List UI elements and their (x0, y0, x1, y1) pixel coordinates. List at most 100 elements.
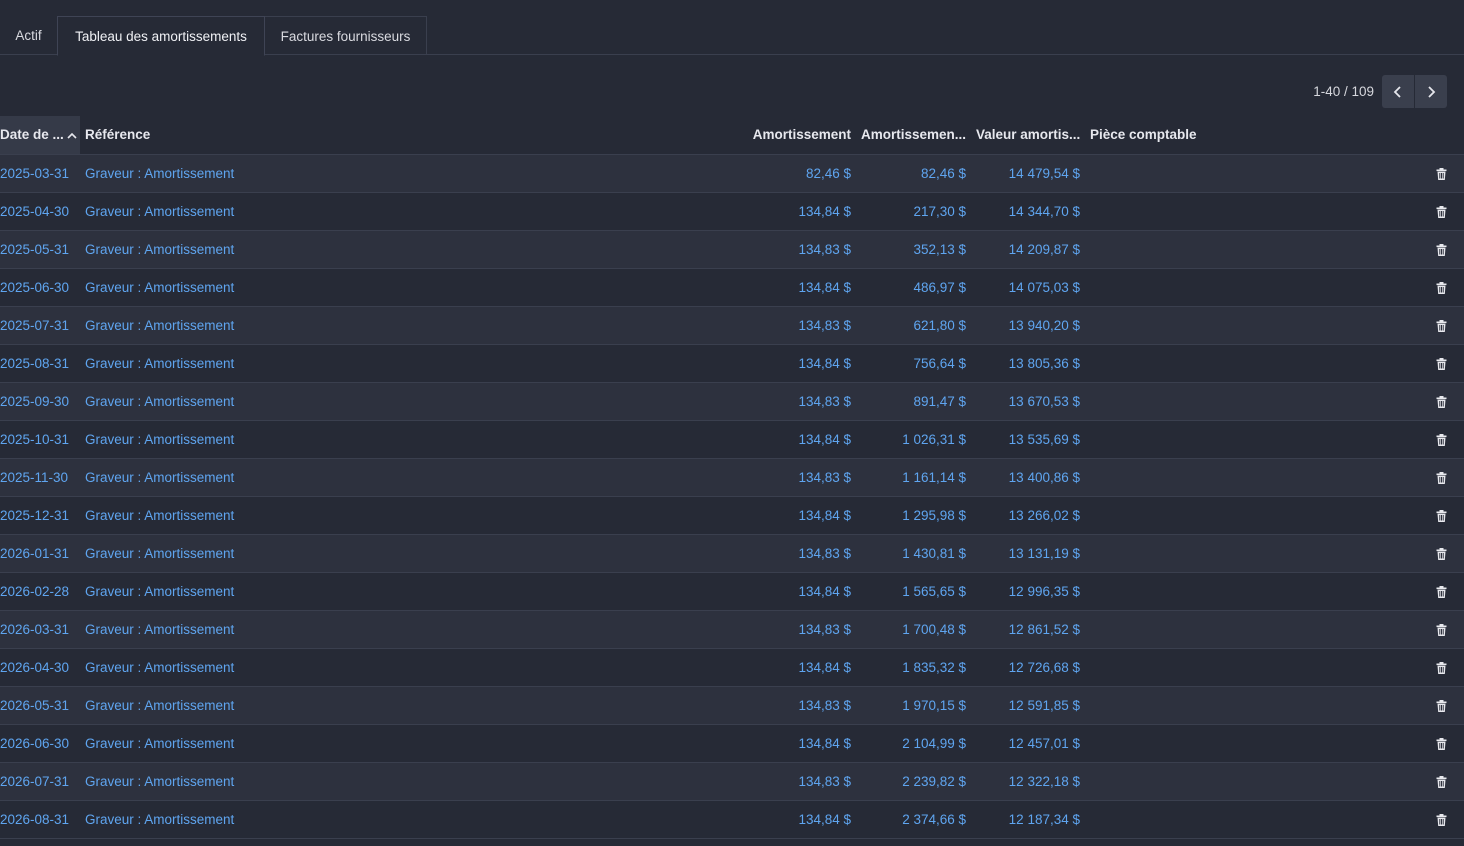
cell-amortissement-cumule[interactable]: 1 430,81 $ (856, 534, 971, 573)
delete-row-button[interactable] (1404, 800, 1464, 839)
column-header-reference[interactable]: Référence (80, 116, 745, 155)
cell-piece-comptable[interactable] (1085, 154, 1404, 193)
cell-reference[interactable]: Graveur : Amortissement (80, 648, 745, 687)
tab-factures-fournisseurs[interactable]: Factures fournisseurs (265, 16, 427, 55)
delete-row-button[interactable] (1404, 686, 1464, 725)
cell-amortissement-cumule[interactable]: 1 161,14 $ (856, 458, 971, 497)
cell-date[interactable]: 2025-05-31 (0, 230, 80, 269)
cell-amortissement[interactable]: 82,46 $ (745, 154, 856, 193)
cell-valeur-amortissable[interactable]: 12 187,34 $ (971, 800, 1085, 839)
delete-row-button[interactable] (1404, 268, 1464, 307)
cell-reference[interactable]: Graveur : Amortissement (80, 192, 745, 231)
pager-next-button[interactable] (1415, 75, 1447, 108)
cell-amortissement-cumule[interactable]: 1 026,31 $ (856, 420, 971, 459)
cell-reference[interactable]: Graveur : Amortissement (80, 306, 745, 345)
table-row[interactable]: 2025-11-30 Graveur : Amortissement 134,83 … (0, 458, 1464, 497)
cell-valeur-amortissable[interactable]: 12 591,85 $ (971, 686, 1085, 725)
cell-amortissement-cumule[interactable]: 891,47 $ (856, 382, 971, 421)
delete-row-button[interactable] (1404, 382, 1464, 421)
cell-valeur-amortissable[interactable]: 12 457,01 $ (971, 724, 1085, 763)
cell-valeur-amortissable[interactable]: 12 996,35 $ (971, 572, 1085, 611)
cell-amortissement-cumule[interactable]: 82,46 $ (856, 154, 971, 193)
cell-reference[interactable]: Graveur : Amortissement (80, 230, 745, 269)
cell-amortissement[interactable]: 134,84 $ (745, 572, 856, 611)
cell-piece-comptable[interactable] (1085, 496, 1404, 535)
delete-row-button[interactable] (1404, 724, 1464, 763)
cell-reference[interactable]: Graveur : Amortissement (80, 420, 745, 459)
cell-piece-comptable[interactable] (1085, 382, 1404, 421)
cell-amortissement[interactable]: 134,84 $ (745, 344, 856, 383)
cell-reference[interactable]: Graveur : Amortissement (80, 800, 745, 839)
cell-date[interactable]: 2025-11-30 (0, 458, 80, 497)
table-row[interactable]: 2025-08-31 Graveur : Amortissement 134,84 … (0, 344, 1464, 383)
delete-row-button[interactable] (1404, 496, 1464, 535)
cell-valeur-amortissable[interactable]: 13 400,86 $ (971, 458, 1085, 497)
cell-amortissement[interactable]: 134,83 $ (745, 306, 856, 345)
cell-piece-comptable[interactable] (1085, 306, 1404, 345)
cell-date[interactable]: 2026-01-31 (0, 534, 80, 573)
cell-piece-comptable[interactable] (1085, 762, 1404, 801)
cell-valeur-amortissable[interactable]: 12 322,18 $ (971, 762, 1085, 801)
pager-previous-button[interactable] (1382, 75, 1414, 108)
delete-row-button[interactable] (1404, 534, 1464, 573)
table-row[interactable]: 2025-12-31 Graveur : Amortissement 134,84 … (0, 496, 1464, 535)
cell-amortissement-cumule[interactable]: 217,30 $ (856, 192, 971, 231)
cell-piece-comptable[interactable] (1085, 686, 1404, 725)
cell-piece-comptable[interactable] (1085, 800, 1404, 839)
table-row[interactable]: 2025-07-31 Graveur : Amortissement 134,83 … (0, 306, 1464, 345)
cell-amortissement-cumule[interactable]: 486,97 $ (856, 268, 971, 307)
table-row[interactable]: 2026-01-31 Graveur : Amortissement 134,83 … (0, 534, 1464, 573)
cell-date[interactable]: 2025-10-31 (0, 420, 80, 459)
delete-row-button[interactable] (1404, 230, 1464, 269)
cell-amortissement-cumule[interactable]: 2 104,99 $ (856, 724, 971, 763)
cell-valeur-amortissable[interactable]: 12 861,52 $ (971, 610, 1085, 649)
cell-amortissement-cumule[interactable]: 2 374,66 $ (856, 800, 971, 839)
cell-valeur-amortissable[interactable]: 14 479,54 $ (971, 154, 1085, 193)
cell-reference[interactable]: Graveur : Amortissement (80, 344, 745, 383)
cell-date[interactable]: 2026-05-31 (0, 686, 80, 725)
cell-date[interactable]: 2025-04-30 (0, 192, 80, 231)
delete-row-button[interactable] (1404, 762, 1464, 801)
cell-piece-comptable[interactable] (1085, 724, 1404, 763)
cell-reference[interactable]: Graveur : Amortissement (80, 382, 745, 421)
delete-row-button[interactable] (1404, 458, 1464, 497)
cell-reference[interactable]: Graveur : Amortissement (80, 458, 745, 497)
tab-tableau-amortissements[interactable]: Tableau des amortissements (57, 16, 265, 56)
cell-piece-comptable[interactable] (1085, 230, 1404, 269)
cell-piece-comptable[interactable] (1085, 458, 1404, 497)
cell-reference[interactable]: Graveur : Amortissement (80, 762, 745, 801)
column-header-amortissement-cumule[interactable]: Amortissemen... (856, 116, 971, 155)
cell-piece-comptable[interactable] (1085, 572, 1404, 611)
table-row[interactable]: 2026-03-31 Graveur : Amortissement 134,83 … (0, 610, 1464, 649)
table-row[interactable]: 2026-07-31 Graveur : Amortissement 134,83 … (0, 762, 1464, 801)
table-row[interactable]: 2025-09-30 Graveur : Amortissement 134,83 … (0, 382, 1464, 421)
cell-reference[interactable]: Graveur : Amortissement (80, 724, 745, 763)
cell-amortissement-cumule[interactable]: 621,80 $ (856, 306, 971, 345)
cell-reference[interactable]: Graveur : Amortissement (80, 154, 745, 193)
cell-date[interactable]: 2026-08-31 (0, 800, 80, 839)
cell-valeur-amortissable[interactable]: 14 209,87 $ (971, 230, 1085, 269)
delete-row-button[interactable] (1404, 648, 1464, 687)
cell-reference[interactable]: Graveur : Amortissement (80, 268, 745, 307)
cell-date[interactable]: 2025-09-30 (0, 382, 80, 421)
cell-valeur-amortissable[interactable]: 13 535,69 $ (971, 420, 1085, 459)
cell-piece-comptable[interactable] (1085, 534, 1404, 573)
cell-piece-comptable[interactable] (1085, 268, 1404, 307)
delete-row-button[interactable] (1404, 420, 1464, 459)
cell-date[interactable]: 2025-08-31 (0, 344, 80, 383)
cell-amortissement[interactable]: 134,83 $ (745, 534, 856, 573)
table-row[interactable]: 2026-06-30 Graveur : Amortissement 134,84 … (0, 724, 1464, 763)
cell-reference[interactable]: Graveur : Amortissement (80, 572, 745, 611)
cell-amortissement-cumule[interactable]: 1 835,32 $ (856, 648, 971, 687)
cell-amortissement[interactable]: 134,83 $ (745, 686, 856, 725)
cell-amortissement-cumule[interactable]: 352,13 $ (856, 230, 971, 269)
cell-valeur-amortissable[interactable]: 12 726,68 $ (971, 648, 1085, 687)
cell-piece-comptable[interactable] (1085, 344, 1404, 383)
cell-piece-comptable[interactable] (1085, 420, 1404, 459)
cell-valeur-amortissable[interactable]: 13 805,36 $ (971, 344, 1085, 383)
cell-date[interactable]: 2025-06-30 (0, 268, 80, 307)
cell-piece-comptable[interactable] (1085, 610, 1404, 649)
table-row[interactable]: 2026-04-30 Graveur : Amortissement 134,84 … (0, 648, 1464, 687)
cell-amortissement[interactable]: 134,83 $ (745, 382, 856, 421)
cell-amortissement[interactable]: 134,84 $ (745, 648, 856, 687)
